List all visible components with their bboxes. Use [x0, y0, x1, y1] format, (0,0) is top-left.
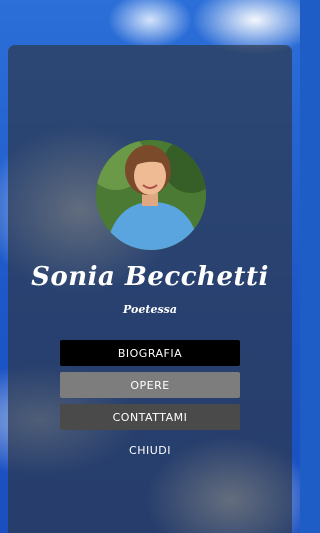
- contattami-button[interactable]: CONTATTAMI: [60, 404, 240, 430]
- avatar: [96, 140, 206, 250]
- profile-subtitle: Poetessa: [123, 303, 177, 316]
- profile-name: Sonia Becchetti: [31, 262, 269, 292]
- opere-button[interactable]: OPERE: [60, 372, 240, 398]
- biografia-button[interactable]: BIOGRAFIA: [60, 340, 240, 366]
- chiudi-button[interactable]: CHIUDI: [60, 437, 240, 463]
